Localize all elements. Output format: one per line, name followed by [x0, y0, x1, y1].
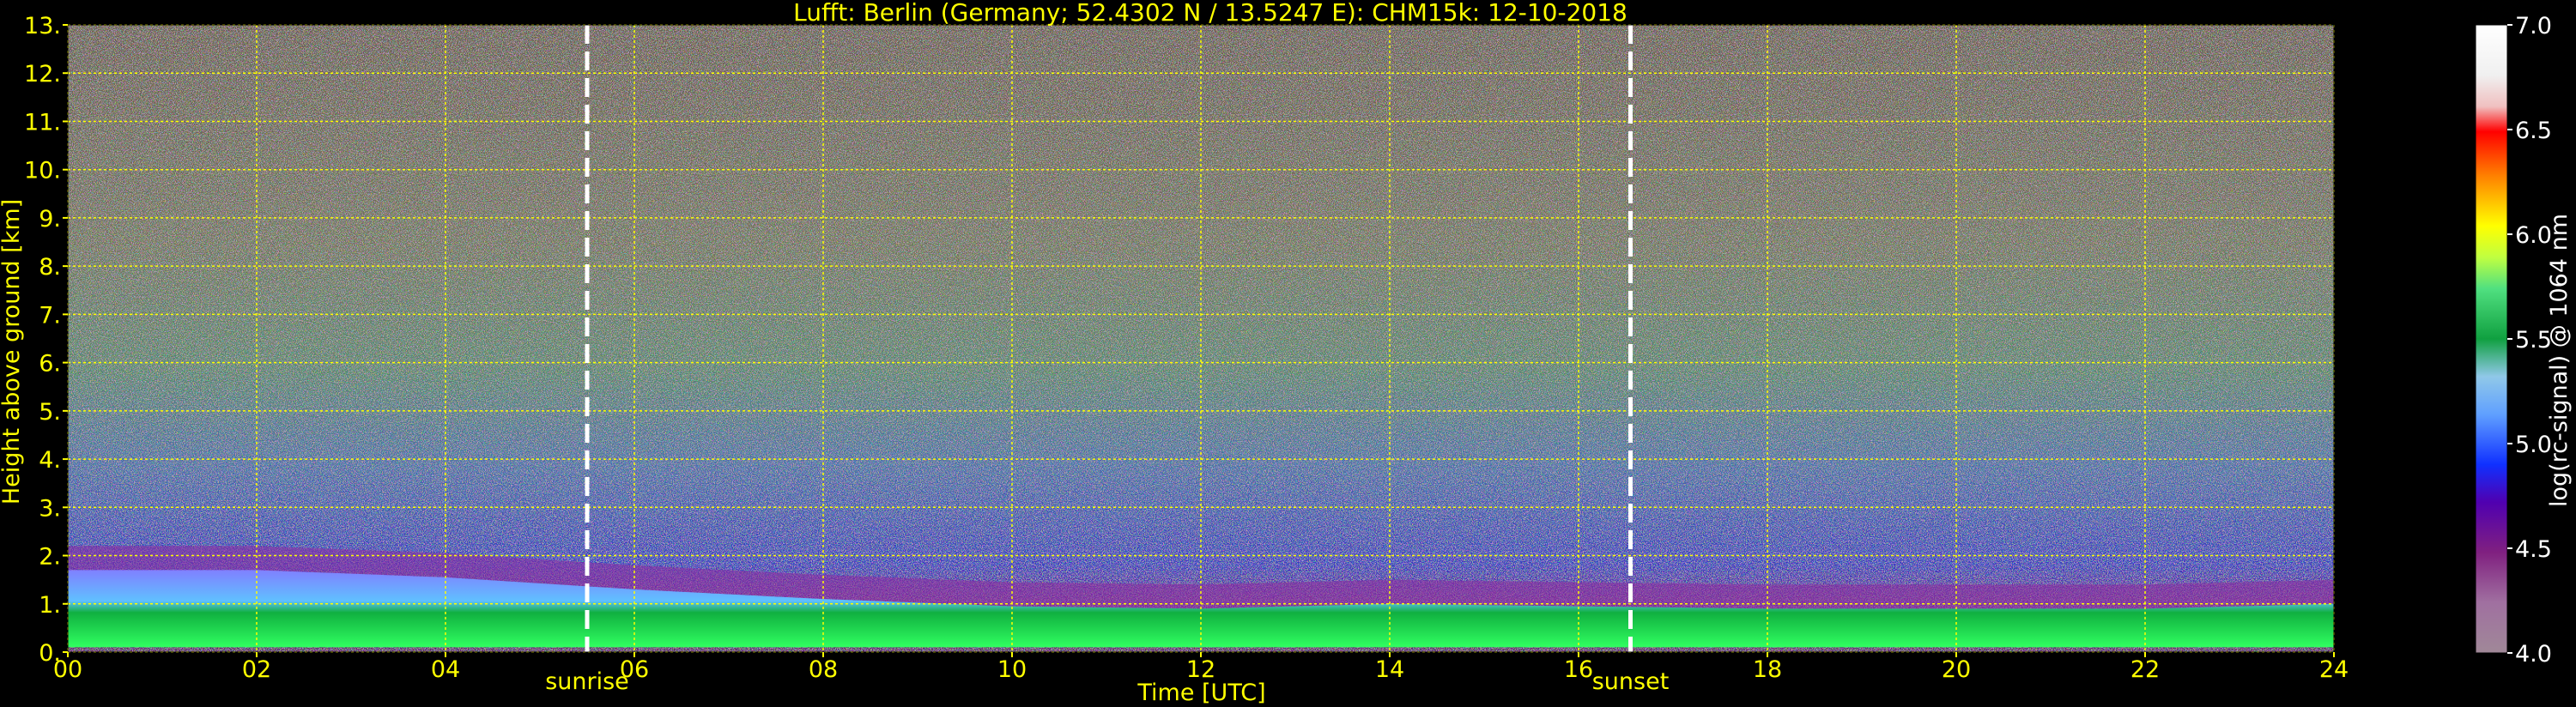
y-tick-label: 1.: [39, 592, 61, 619]
y-tick-label: 6.: [39, 351, 61, 378]
lidar-chart: sunrise sunset 00 02 04 06 08 10 12 14 16 18 20 22 24…: [0, 0, 2573, 706]
colorbar-tick-label: 6.5: [2515, 118, 2552, 144]
x-tick-label: 22: [2131, 656, 2160, 683]
x-tick-label: 18: [1753, 656, 1782, 683]
y-tick-label: 2.: [39, 544, 61, 571]
colorbar: [2475, 24, 2508, 654]
y-tick-label: 7.: [39, 302, 61, 329]
y-tick-label: 4.: [39, 447, 61, 474]
y-tick-label: 5.: [39, 399, 61, 426]
colorbar-tick-label: 7.0: [2515, 13, 2552, 39]
marker-label-sunset: sunset: [1592, 668, 1670, 695]
y-tick-label: 12.: [24, 61, 61, 88]
y-tick-label: 0.: [39, 640, 61, 667]
y-tick-label: 13.: [24, 13, 61, 39]
colorbar-tick-label: 4.5: [2515, 536, 2552, 563]
x-tick-label: 16: [1564, 656, 1593, 683]
x-tick-label: 24: [2319, 656, 2349, 683]
colorbar-label: log(rc-signal) @ 1064 nm: [2546, 214, 2573, 507]
y-tick-label: 9.: [39, 206, 61, 233]
chart-title: Lufft: Berlin (Germany; 52.4302 N / 13.5…: [793, 0, 1627, 27]
colorbar-tick-label: 4.0: [2515, 641, 2552, 668]
y-axis-label: Height above ground [km]: [0, 199, 25, 505]
marker-label-sunrise: sunrise: [545, 668, 629, 695]
x-tick-label: 14: [1375, 656, 1404, 683]
x-tick-label: 20: [1942, 656, 1971, 683]
y-tick-label: 8.: [39, 254, 61, 281]
y-tick-label: 11.: [24, 109, 61, 136]
y-tick-label: 3.: [39, 495, 61, 522]
x-tick-label: 04: [431, 656, 460, 683]
x-tick-label: 10: [997, 656, 1027, 683]
y-tick-label: 10.: [24, 158, 61, 184]
x-axis-label: Time [UTC]: [1136, 680, 1265, 706]
x-tick-label: 08: [809, 656, 838, 683]
x-tick-label: 06: [620, 656, 649, 683]
x-tick-label: 02: [242, 656, 271, 683]
